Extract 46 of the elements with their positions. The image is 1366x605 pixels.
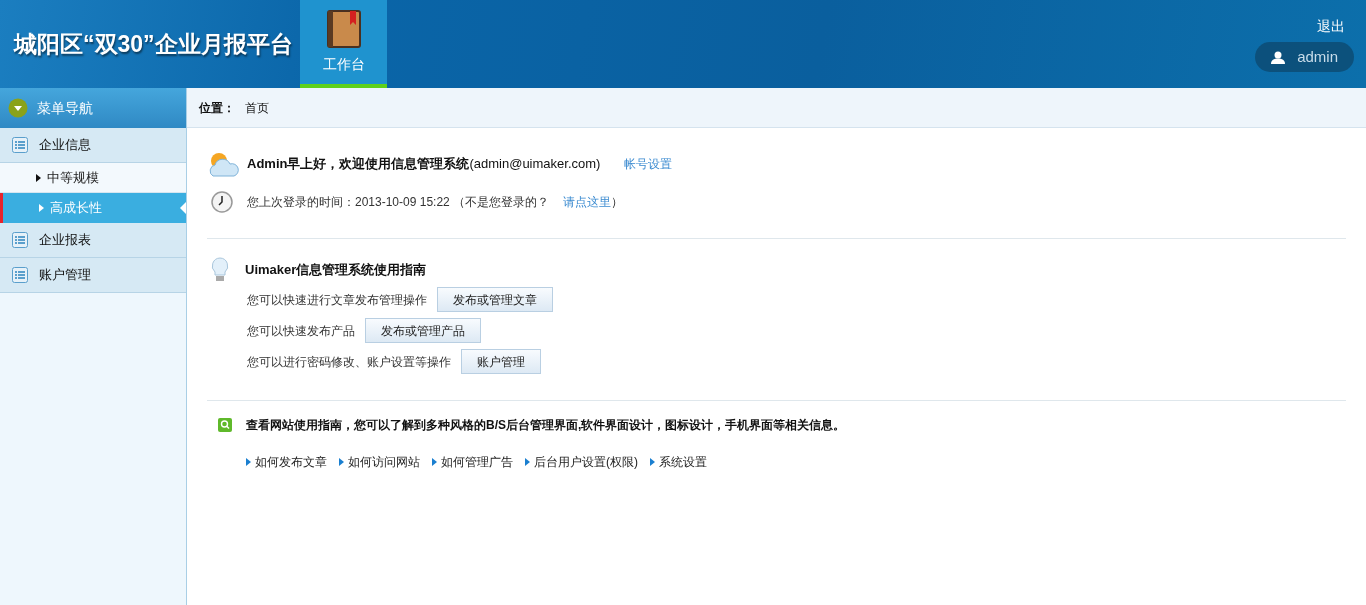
menu-group[interactable]: 企业信息 [0,128,186,163]
triangle-icon [650,458,655,466]
guide-text: 您可以快速进行文章发布管理操作 [247,291,427,309]
guide-link[interactable]: 系统设置 [659,453,707,471]
triangle-icon [525,458,530,466]
guide-link[interactable]: 后台用户设置(权限) [534,453,638,471]
user-icon [1271,50,1286,64]
list-icon [12,267,28,283]
guide-link[interactable]: 如何管理广告 [441,453,513,471]
triangle-icon [246,458,251,466]
lightbulb-icon [211,257,229,283]
triangle-icon [36,173,41,182]
weather-icon [207,150,239,178]
guide-link[interactable]: 如何发布文章 [255,453,327,471]
sidebar-header: 菜单导航 [0,88,186,128]
dropdown-icon [8,98,28,118]
guide-button[interactable]: 发布或管理文章 [437,287,553,312]
guide-link[interactable]: 如何访问网站 [348,453,420,471]
guide-button[interactable]: 发布或管理产品 [365,318,481,343]
guide-title: Uimaker信息管理系统使用指南 [245,261,427,280]
menu-item[interactable]: 中等规模 [0,163,186,193]
pointer-notch [180,202,186,214]
last-login-text: 您上次登录的时间：2013-10-09 15:22 （不是您登录的？ [247,194,550,211]
app-title: 城阳区“双30”企业月报平台 [14,29,293,59]
logout-link[interactable]: 退出 [1317,16,1354,37]
account-settings-link[interactable]: 帐号设置 [624,155,673,173]
breadcrumb-link[interactable]: 首页 [245,98,269,117]
welcome-text: Admin早上好，欢迎使用信息管理系统(admin@uimaker.com) [247,155,601,174]
triangle-icon [339,458,344,466]
list-icon [12,137,28,153]
info-text: 查看网站使用指南，您可以了解到多种风格的B/S后台管理界面,软件界面设计，图标设计，手机界面等相关信息。 [246,417,846,434]
closing-paren: ） [611,194,624,211]
clock-icon [211,191,233,213]
guide-text: 您可以进行密码修改、账户设置等操作 [247,353,451,371]
triangle-icon [39,204,44,212]
list-icon [12,232,28,248]
book-icon [326,9,361,48]
menu-group[interactable]: 企业报表 [0,223,186,258]
triangle-icon [432,458,437,466]
breadcrumb-label: 位置： [199,99,235,117]
guide-button[interactable]: 账户管理 [461,349,541,374]
click-here-link[interactable]: 请点这里 [563,193,612,211]
guide-text: 您可以快速发布产品 [247,322,355,340]
search-icon [218,418,232,432]
menu-group[interactable]: 账户管理 [0,258,186,293]
user-badge[interactable]: admin [1255,42,1354,72]
